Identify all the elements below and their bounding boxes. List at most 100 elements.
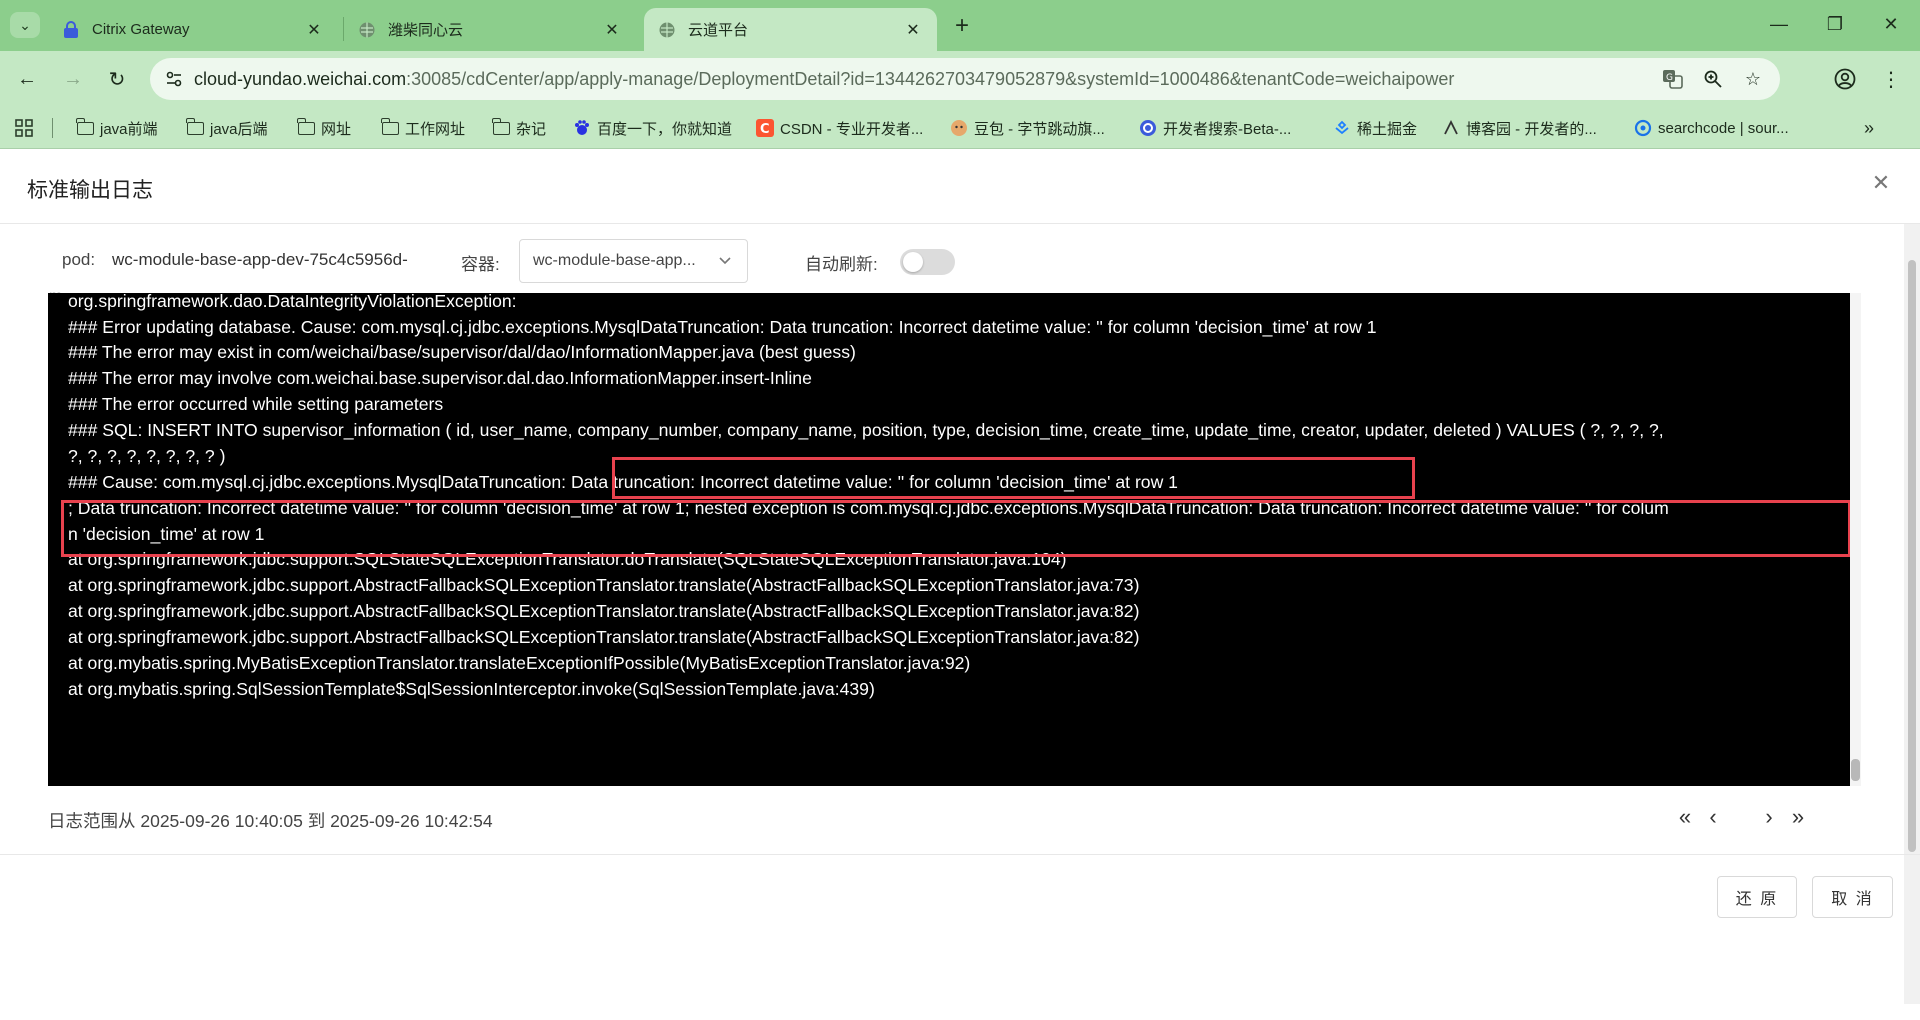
apps-button[interactable]	[14, 116, 34, 140]
doubao-icon	[950, 119, 968, 137]
chevron-double-right-icon: »	[1791, 804, 1805, 829]
bookmark-label: 稀土掘金	[1357, 120, 1418, 138]
chevron-double-left-icon: «	[1678, 804, 1692, 829]
browser-menu-button[interactable]: ⋮	[1876, 64, 1906, 94]
close-icon: ✕	[1883, 13, 1899, 34]
bookmark-folder-urls[interactable]: 网址	[296, 116, 351, 140]
modal-close-button[interactable]: ✕	[1868, 170, 1894, 196]
tab-citrix-gateway[interactable]: Citrix Gateway ✕	[48, 8, 338, 51]
tab-title: 云道平台	[688, 22, 749, 39]
log-line: ### SQL: INSERT INTO supervisor_informat…	[68, 420, 1664, 440]
bookmark-label: 杂记	[516, 120, 547, 138]
close-icon[interactable]: ✕	[903, 20, 923, 40]
bookmark-label: 博客园 - 开发者的...	[1466, 120, 1597, 138]
globe-icon	[358, 21, 376, 39]
apps-grid-icon	[15, 119, 33, 137]
close-icon: ✕	[1871, 170, 1891, 195]
log-line: at org.springframework.jdbc.support.Abst…	[68, 627, 1140, 647]
plus-icon: +	[954, 12, 969, 39]
chevron-down-icon	[719, 257, 731, 265]
tab-title: 潍柴同心云	[388, 22, 464, 39]
bookmark-baidu[interactable]: 百度一下，你就知道	[573, 116, 732, 140]
bookmark-searchcode[interactable]: searchcode | sour...	[1634, 116, 1789, 140]
forward-button[interactable]: →	[58, 64, 88, 94]
log-line: at org.springframework.jdbc.support.Abst…	[68, 575, 1140, 595]
tab-weichai-cloud[interactable]: 潍柴同心云 ✕	[344, 8, 636, 51]
bookmark-folder-work-urls[interactable]: 工作网址	[380, 116, 465, 140]
svg-text:G: G	[1666, 73, 1673, 83]
minimize-button[interactable]: —	[1750, 0, 1808, 48]
bookmark-folder-java-frontend[interactable]: java前端	[75, 116, 158, 140]
bookmark-label: 豆包 - 字节跳动旗...	[974, 120, 1105, 138]
tab-search-button[interactable]: ⌄	[10, 12, 40, 38]
log-controls: pod: wc-module-base-app-dev-75c4c5956d- …	[0, 236, 1900, 286]
highlight-box-cause	[612, 457, 1415, 499]
log-console[interactable]: org.springframework.dao.DataIntegrityVio…	[48, 293, 1861, 786]
close-icon[interactable]: ✕	[304, 20, 324, 40]
bookmark-dev-search[interactable]: 开发者搜索-Beta-...	[1139, 116, 1291, 140]
bookmark-label: 百度一下，你就知道	[597, 120, 733, 138]
zoom-icon[interactable]	[1700, 66, 1726, 92]
csdn-icon: C	[756, 119, 774, 137]
close-window-button[interactable]: ✕	[1862, 0, 1920, 48]
last-page-button[interactable]: »	[1785, 802, 1811, 832]
minimize-icon: —	[1770, 13, 1788, 34]
log-line: ### Error updating database. Cause: com.…	[68, 317, 1377, 337]
tab-title: Citrix Gateway	[92, 21, 190, 38]
log-line: at org.mybatis.spring.MyBatisExceptionTr…	[68, 653, 971, 673]
restore-window-icon: ❐	[1826, 13, 1844, 34]
reload-button[interactable]: ↻	[102, 64, 132, 94]
bookmark-label: java后端	[210, 120, 268, 138]
translate-icon[interactable]: G	[1660, 66, 1686, 92]
console-scrollbar[interactable]	[1850, 293, 1861, 786]
searchcode-icon	[1634, 119, 1652, 137]
bookmark-juejin[interactable]: 稀土掘金	[1333, 116, 1417, 140]
restore-window-button[interactable]: ❐	[1806, 0, 1864, 48]
globe-icon	[658, 21, 676, 39]
log-line: at org.springframework.jdbc.support.Abst…	[68, 601, 1140, 621]
console-scrollbar-thumb[interactable]	[1851, 759, 1860, 781]
log-line: org.springframework.dao.DataIntegrityVio…	[68, 293, 517, 311]
page-scrollbar-thumb[interactable]	[1908, 260, 1916, 852]
bookmark-label: 开发者搜索-Beta-...	[1163, 120, 1292, 138]
bookmark-doubao[interactable]: 豆包 - 字节跳动旗...	[950, 116, 1105, 140]
auto-refresh-toggle[interactable]	[900, 249, 955, 275]
first-page-button[interactable]: «	[1672, 802, 1698, 832]
chevron-double-right-icon: »	[1864, 117, 1875, 138]
site-settings-icon[interactable]	[154, 69, 194, 89]
bookmark-cnblogs[interactable]: 博客园 - 开发者的...	[1442, 116, 1597, 140]
profile-icon	[1834, 68, 1856, 90]
log-line: ### The error occurred while setting par…	[68, 394, 444, 414]
bookmarks-bar: java前端 java后端 网址 工作网址 杂记 百度一下，你就知道 C CSDN…	[0, 106, 1920, 149]
cancel-button[interactable]: 取 消	[1812, 876, 1893, 918]
bookmark-csdn[interactable]: C CSDN - 专业开发者...	[756, 116, 923, 140]
browser-tab-strip: ⌄ Citrix Gateway ✕ 潍柴同心云 ✕ 云道平台 ✕ + — ❐ …	[0, 0, 1920, 51]
container-label: 容器:	[461, 255, 500, 274]
juejin-icon	[1333, 119, 1351, 137]
close-icon[interactable]: ✕	[602, 20, 622, 40]
restore-button[interactable]: 还 原	[1717, 876, 1797, 918]
more-vertical-icon: ⋮	[1881, 68, 1901, 91]
profile-button[interactable]	[1830, 64, 1860, 94]
url-path: :30085/cdCenter/app/apply-manage/Deploym…	[406, 68, 1455, 89]
auto-refresh-label: 自动刷新:	[805, 255, 878, 274]
log-line: ### The error may exist in com/weichai/b…	[68, 342, 856, 362]
folder-icon	[75, 117, 94, 137]
bookmark-folder-notes[interactable]: 杂记	[491, 116, 547, 140]
prev-page-button[interactable]: ‹	[1700, 802, 1726, 832]
more-bookmarks-button[interactable]: »	[1864, 116, 1874, 140]
address-bar[interactable]: cloud-yundao.weichai.com:30085/cdCenter/…	[150, 58, 1780, 100]
container-select-value: wc-module-base-app...	[533, 252, 696, 269]
modal-footer-divider	[0, 854, 1920, 855]
chevron-left-icon: ‹	[1709, 804, 1717, 829]
bookmarks-divider	[52, 118, 53, 138]
container-select[interactable]: wc-module-base-app...	[519, 239, 748, 283]
devsearch-icon	[1139, 119, 1157, 137]
tab-yundao-platform[interactable]: 云道平台 ✕	[644, 8, 937, 51]
url-host: cloud-yundao.weichai.com	[194, 68, 407, 89]
next-page-button[interactable]: ›	[1756, 802, 1782, 832]
back-button[interactable]: ←	[12, 64, 42, 94]
bookmark-star-icon[interactable]: ☆	[1740, 66, 1766, 92]
new-tab-button[interactable]: +	[948, 12, 976, 40]
bookmark-folder-java-backend[interactable]: java后端	[185, 116, 268, 140]
